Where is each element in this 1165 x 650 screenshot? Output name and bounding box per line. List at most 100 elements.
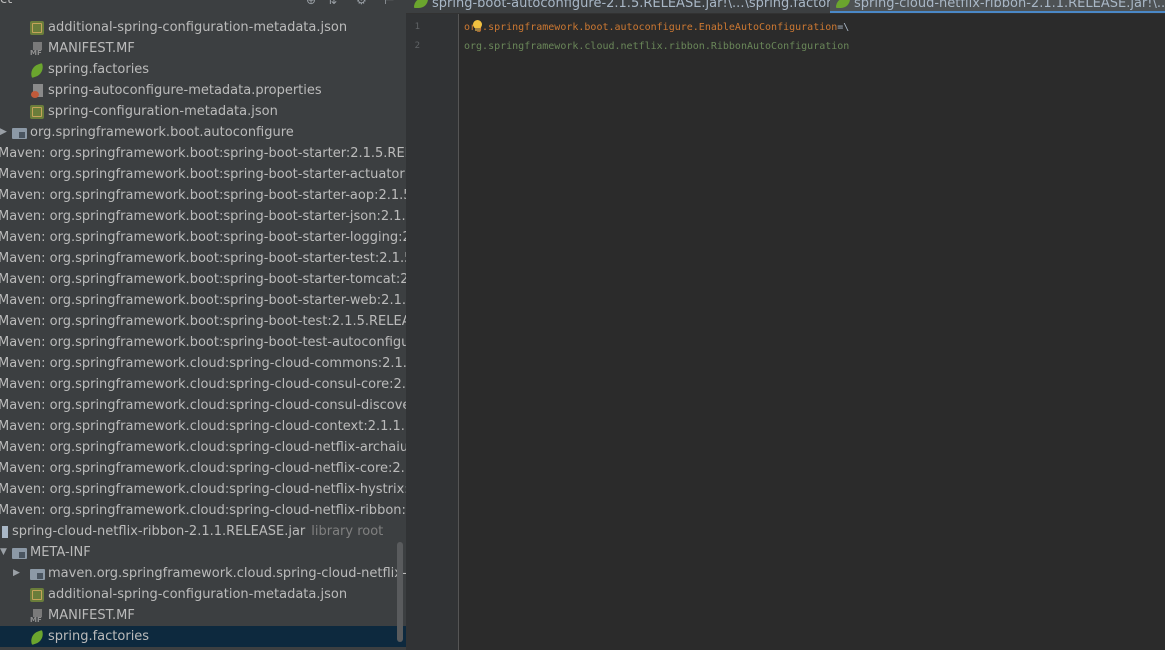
- tree-item-label: spring-autoconfigure-metadata.properties: [48, 83, 322, 98]
- tree-item-maven[interactable]: Maven: org.springframework.boot:spring-b…: [0, 248, 406, 269]
- tree-item[interactable]: ▼ META-INF: [0, 542, 406, 563]
- tree-item-label: META-INF: [30, 545, 91, 560]
- tree-item-label: spring.factories: [48, 629, 150, 644]
- line-number: 1: [414, 22, 420, 32]
- tree-item-maven[interactable]: Maven: org.springframework.cloud:spring-…: [0, 416, 406, 437]
- tree-item-label: Maven: org.springframework.boot:spring-b…: [0, 167, 406, 182]
- code-line[interactable]: org.springframework.boot.autoconfigure.E…: [464, 18, 849, 37]
- tree-item-label: Maven: org.springframework.cloud:spring-…: [0, 461, 406, 476]
- project-panel-header: ct ⊕ ⇅ ⚙ ⊢: [0, 0, 406, 10]
- property-separator: =\: [837, 22, 850, 33]
- tab-spring-boot-autoconfigure-factories[interactable]: spring-boot-autoconfigure-2.1.5.RELEASE.…: [414, 0, 868, 13]
- tree-item-selected[interactable]: spring.factories: [0, 626, 406, 647]
- pin-icon[interactable]: ⊢: [384, 0, 394, 8]
- package-folder-icon: [30, 567, 46, 581]
- tree-item[interactable]: MF MANIFEST.MF: [0, 38, 406, 59]
- tree-item-label: Maven: org.springframework.cloud:spring-…: [0, 419, 406, 434]
- tree-item-maven[interactable]: Maven: org.springframework.boot:spring-b…: [0, 185, 406, 206]
- manifest-file-icon: MF: [30, 609, 45, 624]
- tree-scrollbar-thumb[interactable]: [397, 542, 403, 642]
- tree-item-maven[interactable]: Maven: org.springframework.cloud:spring-…: [0, 500, 406, 521]
- tree-item-label: additional-spring-configuration-metadata…: [48, 20, 348, 35]
- tree-item-label: spring-configuration-metadata.json: [48, 104, 278, 119]
- tree-item-label: org.springframework.boot.autoconfigure: [30, 125, 294, 140]
- tree-item-label: spring.factories: [48, 62, 150, 77]
- tree-item-label: Maven: org.springframework.boot:spring-b…: [0, 335, 406, 350]
- tree-item-label: Maven: org.springframework.boot:spring-b…: [0, 293, 406, 308]
- spring-leaf-icon: [836, 0, 850, 8]
- tree-item-jar[interactable]: spring-cloud-netflix-ribbon-2.1.1.RELEAS…: [0, 521, 406, 542]
- tree-item-maven[interactable]: Maven: org.springframework.boot:spring-b…: [0, 227, 406, 248]
- tree-item[interactable]: additional-spring-configuration-metadata…: [0, 584, 406, 605]
- tree-item[interactable]: ▶ maven.org.springframework.cloud.spring…: [0, 563, 406, 584]
- tree-item[interactable]: spring-configuration-metadata.json: [0, 101, 406, 122]
- tree-item-label: Maven: org.springframework.boot:spring-b…: [0, 146, 406, 161]
- folder-icon: [12, 546, 28, 560]
- tree-item-label: MANIFEST.MF: [48, 41, 135, 56]
- expand-arrow-icon[interactable]: ▶: [0, 122, 10, 143]
- property-value: org.springframework.cloud.netflix.ribbon…: [464, 41, 850, 52]
- tree-item-label: additional-spring-configuration-metadata…: [48, 587, 348, 602]
- tree-item-label: Maven: org.springframework.cloud:spring-…: [0, 356, 406, 371]
- project-tree-panel: ct ⊕ ⇅ ⚙ ⊢ additional-spring-configurati…: [0, 0, 406, 650]
- code-editor[interactable]: org.springframework.boot.autoconfigure.E…: [464, 14, 1164, 650]
- tree-item-maven[interactable]: Maven: org.springframework.cloud:spring-…: [0, 353, 406, 374]
- json-file-icon: [30, 105, 44, 119]
- tree-item-label: Maven: org.springframework.cloud:spring-…: [0, 503, 406, 518]
- tree-item-maven[interactable]: Maven: org.springframework.boot:spring-b…: [0, 269, 406, 290]
- tree-item[interactable]: spring-autoconfigure-metadata.properties: [0, 80, 406, 101]
- editor-tab-bar: spring-boot-autoconfigure-2.1.5.RELEASE.…: [406, 0, 1165, 14]
- active-tab-indicator: [830, 11, 1165, 13]
- expand-arrow-icon[interactable]: ▶: [13, 563, 23, 584]
- tree-item-label: Maven: org.springframework.cloud:spring-…: [0, 482, 406, 497]
- tree-item[interactable]: additional-spring-configuration-metadata…: [0, 17, 406, 38]
- tree-item-label: Maven: org.springframework.boot:spring-b…: [0, 251, 406, 266]
- tab-label: spring-boot-autoconfigure-2.1.5.RELEASE.…: [432, 0, 850, 11]
- library-root-suffix: library root: [311, 524, 384, 539]
- json-file-icon: [30, 588, 44, 602]
- tree-item-maven[interactable]: Maven: org.springframework.boot:spring-b…: [0, 143, 406, 164]
- line-number: 2: [414, 41, 420, 51]
- spring-leaf-icon: [414, 0, 428, 8]
- lightbulb-icon[interactable]: [472, 20, 482, 31]
- tree-item-label: Maven: org.springframework.boot:spring-b…: [0, 188, 406, 203]
- tree-item-maven[interactable]: Maven: org.springframework.cloud:spring-…: [0, 437, 406, 458]
- tree-item-label: Maven: org.springframework.boot:spring-b…: [0, 209, 406, 224]
- tree-item[interactable]: MF MANIFEST.MF: [0, 605, 406, 626]
- line-number-gutter: 1 2: [406, 14, 459, 650]
- properties-file-icon: [31, 84, 45, 98]
- tree-item-label: Maven: org.springframework.boot:spring-b…: [0, 314, 406, 329]
- tree-item-maven[interactable]: Maven: org.springframework.cloud:spring-…: [0, 479, 406, 500]
- tree-item-label: maven.org.springframework.cloud.spring-c…: [48, 566, 406, 581]
- tree-item-label: Maven: org.springframework.boot:spring-b…: [0, 230, 406, 245]
- code-line[interactable]: org.springframework.cloud.netflix.ribbon…: [464, 37, 849, 56]
- tree-item-maven[interactable]: Maven: org.springframework.boot:spring-b…: [0, 332, 406, 353]
- spring-leaf-icon: [29, 630, 45, 644]
- tree-item-label: Maven: org.springframework.cloud:spring-…: [0, 377, 406, 392]
- tree-item-maven[interactable]: Maven: org.springframework.cloud:spring-…: [0, 374, 406, 395]
- tree-item-maven[interactable]: Maven: org.springframework.boot:spring-b…: [0, 290, 406, 311]
- jar-icon: [0, 525, 10, 539]
- spring-leaf-icon: [29, 63, 45, 77]
- tree-item-maven[interactable]: Maven: org.springframework.boot:spring-b…: [0, 311, 406, 332]
- tree-item-maven[interactable]: Maven: org.springframework.boot:spring-b…: [0, 164, 406, 185]
- tree-item-label: spring-cloud-netflix-ribbon-2.1.1.RELEAS…: [12, 524, 384, 539]
- collapse-icon[interactable]: ⇅: [327, 0, 337, 8]
- tree-item-label: MANIFEST.MF: [48, 608, 135, 623]
- tree-item-label: Maven: org.springframework.boot:spring-b…: [0, 272, 406, 287]
- tree-item-maven[interactable]: Maven: org.springframework.cloud:spring-…: [0, 458, 406, 479]
- package-folder-icon: [12, 126, 28, 140]
- gear-icon[interactable]: ⚙: [356, 0, 367, 8]
- globe-icon[interactable]: ⊕: [306, 0, 316, 8]
- project-panel-title: ct: [0, 0, 12, 8]
- tree-item-label: Maven: org.springframework.cloud:spring-…: [0, 398, 406, 413]
- tree-item-label: Maven: org.springframework.cloud:spring-…: [0, 440, 406, 455]
- property-key: org.springframework.boot.autoconfigure.E…: [464, 22, 838, 33]
- collapse-arrow-icon[interactable]: ▼: [0, 542, 10, 563]
- tree-item[interactable]: spring.factories: [0, 59, 406, 80]
- tree-item-maven[interactable]: Maven: org.springframework.boot:spring-b…: [0, 206, 406, 227]
- tree-item-maven[interactable]: Maven: org.springframework.cloud:spring-…: [0, 395, 406, 416]
- json-file-icon: [30, 21, 44, 35]
- tree-item[interactable]: ▶ org.springframework.boot.autoconfigure: [0, 122, 406, 143]
- manifest-file-icon: MF: [30, 42, 45, 57]
